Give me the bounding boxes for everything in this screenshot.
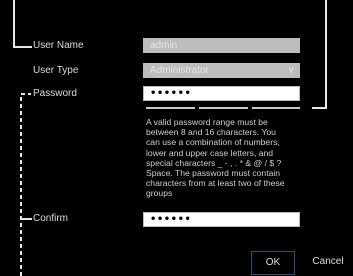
confirm-field[interactable]: ••••••: [143, 212, 300, 227]
strength-segment: [146, 107, 195, 109]
user-type-value: Administrator: [150, 65, 209, 76]
callout-line-password: [20, 93, 31, 276]
user-type-select[interactable]: Administrator ∨: [143, 63, 300, 78]
strength-segment: [199, 107, 248, 109]
callout-line-user-name: [13, 0, 32, 48]
user-type-label: User Type: [33, 65, 79, 76]
password-hint: A valid password range must be between 8…: [146, 117, 285, 199]
callout-line-strength: [312, 0, 327, 109]
password-field[interactable]: ••••••: [143, 86, 300, 101]
chevron-down-icon: ∨: [287, 65, 295, 76]
cancel-button[interactable]: Cancel: [303, 251, 353, 275]
confirm-label: Confirm: [33, 213, 69, 224]
password-label: Password: [33, 88, 77, 99]
strength-segment: [252, 107, 300, 109]
user-name-field: admin: [143, 38, 300, 53]
user-name-label: User Name: [33, 40, 84, 51]
ok-button[interactable]: OK: [251, 251, 295, 275]
